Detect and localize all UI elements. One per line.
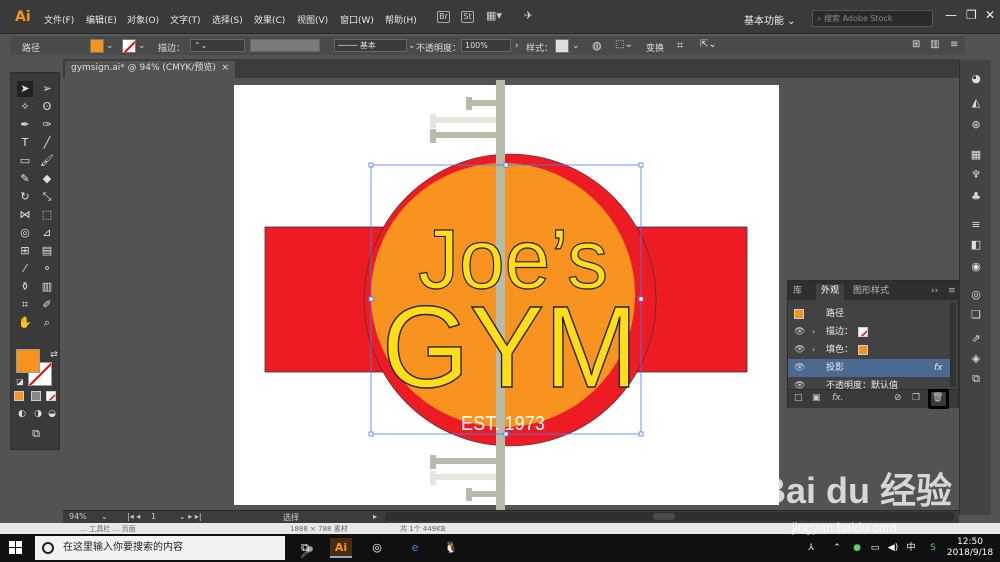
panel-menu-icon[interactable]: ≡ [943, 284, 961, 300]
barbell-top-1 [466, 97, 472, 110]
appearance-row-fill[interactable]: 👁 › 填色： [788, 341, 950, 359]
right-panel-dock: ◕ ◭ ⊛ ▦ ♆ ♣ ≡ ◧ ◉ ◎ ❏ ⇗ ◈ ⧉ [959, 60, 991, 515]
tab-appearance[interactable]: 外观 [816, 284, 845, 300]
expand-arrow-icon[interactable]: › [812, 323, 815, 341]
clock-date: 2018/9/18 [946, 548, 994, 558]
graphic-styles-panel-icon[interactable]: ❏ [969, 308, 983, 322]
start-button[interactable] [9, 541, 23, 555]
artboards-panel-icon[interactable]: ⧉ [969, 372, 983, 386]
swatches-panel-icon[interactable]: ▦ [969, 148, 983, 162]
gradient-panel-icon[interactable]: ◧ [969, 238, 983, 252]
appearance-row-label: 路径 [826, 309, 845, 319]
qq-icon[interactable]: 🐧 [440, 538, 462, 558]
task-view-icon[interactable]: ⧉ [294, 538, 316, 558]
color-panel-icon[interactable]: ◕ [969, 72, 983, 86]
barbell-bottom-5 [466, 488, 472, 501]
page-number[interactable]: 1 [151, 512, 156, 521]
barbell-bottom-1 [430, 455, 436, 469]
fx-icon[interactable]: fx [934, 359, 943, 377]
object-thumbnail [794, 309, 804, 319]
barbell-top-3 [430, 114, 436, 128]
expand-arrow-icon[interactable]: › [812, 341, 815, 359]
app-window: Ai 文件(F) 编辑(E) 对象(O) 文字(T) 选择(S) 效果(C) 视… [0, 0, 1000, 562]
barbell-bottom-3 [430, 471, 436, 485]
export-panel-icon[interactable]: ⇗ [969, 332, 983, 346]
first-artboard-icon[interactable]: |◂ ◂ [127, 512, 140, 521]
stroke-none-swatch[interactable] [858, 327, 868, 337]
watermark-logo: Bai du 经验 [760, 470, 953, 511]
add-effect-icon[interactable]: fx. [832, 393, 843, 403]
fill-color-box[interactable] [16, 349, 40, 373]
cortana-icon [42, 542, 54, 554]
current-tool-label: 选择 [283, 513, 299, 522]
appearance-row-opacity[interactable]: 👁 不透明度：默认值 [788, 377, 950, 389]
brushes-panel-icon[interactable]: ♆ [969, 168, 983, 182]
recolor-panel-icon[interactable]: ⊛ [969, 118, 983, 132]
layers-panel-icon[interactable]: ◈ [969, 352, 983, 366]
barbell-top-4 [436, 117, 496, 123]
duplicate-item-icon[interactable]: ❐ [912, 393, 920, 403]
appearance-row-label: 填色： [826, 345, 854, 355]
tab-library[interactable]: 库 [788, 284, 807, 300]
delete-highlight-box [928, 389, 949, 409]
visibility-eye-icon[interactable]: 👁 [794, 359, 805, 377]
visibility-eye-icon[interactable]: 👁 [794, 341, 805, 359]
taskbar-search-text: 在这里输入你要搜索的内容 [63, 542, 183, 553]
add-stroke-icon[interactable]: □ [794, 393, 803, 403]
watermark-url: jingyan.baidu.com [792, 520, 897, 535]
barbell-bottom-4 [436, 474, 496, 480]
panel-tabs: 库 外观 图形样式 ›› ≡ [788, 281, 958, 300]
appearance-row-label: 描边： [826, 327, 854, 337]
barbell-bottom-2 [436, 458, 496, 464]
zoom-dropdown-icon[interactable]: ⌄ [101, 512, 108, 521]
appearance-row-drop-shadow[interactable]: 👁 投影 fx [788, 359, 950, 377]
barbell-bottom-6 [472, 491, 497, 497]
appearance-row-label: 不透明度：默认值 [826, 381, 899, 389]
baidu-watermark: Bai du 经验 jingyan.baidu.com [720, 452, 1000, 542]
tab-graphic-styles[interactable]: 图形样式 [848, 284, 894, 300]
color-guide-icon[interactable]: ◭ [969, 96, 983, 110]
edge-browser-icon[interactable]: e [404, 538, 426, 558]
logo-line2: GYM [382, 282, 638, 412]
est-text: EST. 1973 [461, 413, 545, 435]
panel-collapse-icon[interactable]: ›› [926, 284, 943, 300]
scroll-thumb[interactable] [653, 513, 675, 520]
appearance-row-label: 投影 [826, 363, 845, 373]
behind-mid-text: 1888 × 788 素材 [290, 525, 348, 533]
taskbar-search-box[interactable]: 在这里输入你要搜索的内容 🎤 [35, 536, 314, 560]
behind-left-text: … 工具栏 … 页面 [80, 525, 136, 533]
clear-appearance-icon[interactable]: ⊘ [894, 393, 902, 403]
appearance-row-path[interactable]: 路径 [788, 305, 950, 323]
next-artboard-icon[interactable]: ⌄ ▸ ▸| [179, 512, 202, 521]
behind-right-text: 共 1个 449KB [400, 525, 446, 533]
symbols-panel-icon[interactable]: ♣ [969, 190, 983, 204]
visibility-eye-icon[interactable]: 👁 [794, 323, 805, 341]
illustrator-taskbar-icon[interactable]: Ai [330, 538, 352, 558]
barbell-top-5 [430, 129, 436, 143]
visibility-eye-icon[interactable]: 👁 [794, 377, 805, 389]
add-fill-icon[interactable]: ▣ [812, 393, 821, 403]
barbell-top-2 [472, 100, 497, 106]
zoom-level[interactable]: 94% [69, 512, 87, 521]
stroke-panel-icon[interactable]: ≡ [969, 218, 983, 232]
appearance-row-stroke[interactable]: 👁 › 描边： [788, 323, 950, 341]
transparency-panel-icon[interactable]: ◉ [969, 260, 983, 274]
app-taskbar-icon[interactable]: ◎ [366, 538, 388, 558]
appearance-panel-icon[interactable]: ◎ [969, 288, 983, 302]
fill-orange-swatch[interactable] [858, 345, 868, 355]
barbell-top-6 [436, 132, 496, 138]
status-arrow-icon[interactable]: ▸ [373, 512, 377, 521]
panel-scrollbar[interactable] [950, 303, 956, 387]
